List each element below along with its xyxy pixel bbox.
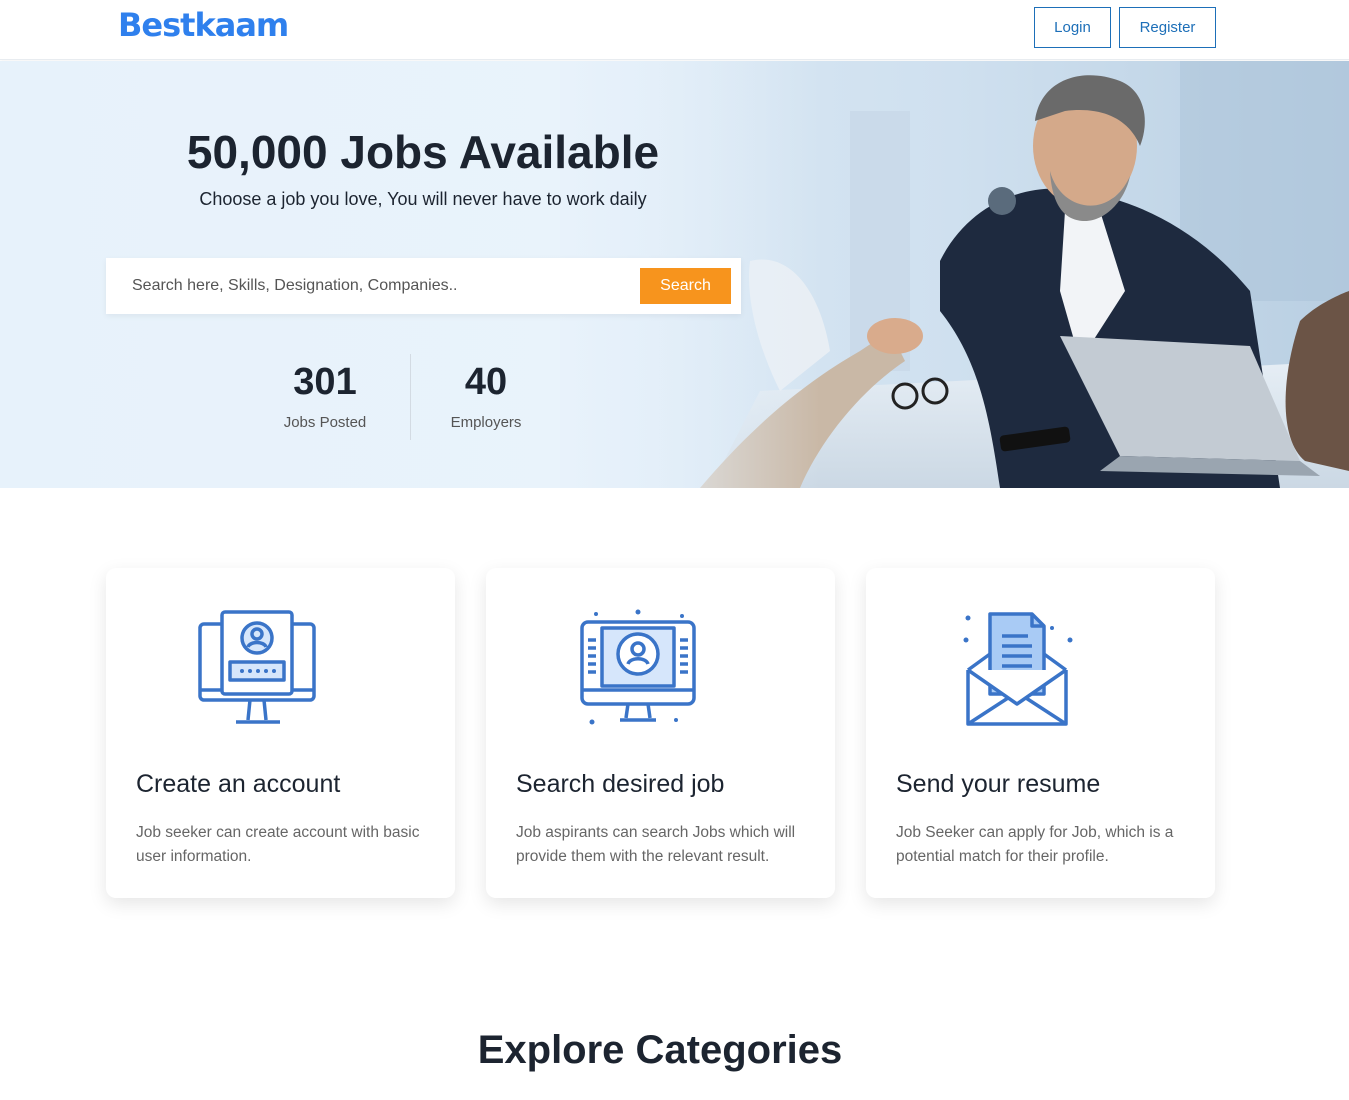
step-card-search-job: Search desired job Job aspirants can sea… (486, 568, 835, 898)
stat-label: Jobs Posted (283, 414, 367, 431)
logo[interactable]: Bestkaam (118, 6, 289, 44)
step-card-send-resume: Send your resume Job Seeker can apply fo… (866, 568, 1215, 898)
step-description: Job Seeker can apply for Job, which is a… (896, 824, 1174, 865)
explore-categories-heading: Explore Categories (477, 1028, 843, 1072)
site-header: Bestkaam Login Register (0, 0, 1349, 60)
stat-value: 40 (464, 361, 508, 403)
step-title: Search desired job (516, 770, 725, 798)
stat-label: Employers (450, 414, 522, 431)
step-description: Job aspirants can search Jobs which will… (516, 824, 796, 865)
step-title: Create an account (136, 770, 341, 798)
monitor-user-icon (198, 610, 316, 724)
stat-employers: 40 Employers (411, 361, 561, 431)
job-search-form: Search (106, 258, 741, 314)
login-button[interactable]: Login (1034, 7, 1111, 48)
stat-jobs-posted: 301 Jobs Posted (250, 361, 400, 431)
step-title: Send your resume (896, 770, 1101, 798)
envelope-document-icon (963, 612, 1073, 726)
hero-title: 50,000 Jobs Available (186, 126, 660, 178)
register-button[interactable]: Register (1119, 7, 1216, 48)
hero-section: 50,000 Jobs Available Choose a job you l… (0, 61, 1349, 488)
stat-value: 301 (293, 361, 357, 403)
step-card-create-account: Create an account Job seeker can create … (106, 568, 455, 898)
step-description: Job seeker can create account with basic… (136, 824, 420, 865)
job-search-input[interactable] (106, 258, 626, 314)
monitor-search-icon (580, 609, 696, 725)
search-button[interactable]: Search (640, 268, 731, 304)
hero-subtitle: Choose a job you love, You will never ha… (199, 189, 647, 209)
